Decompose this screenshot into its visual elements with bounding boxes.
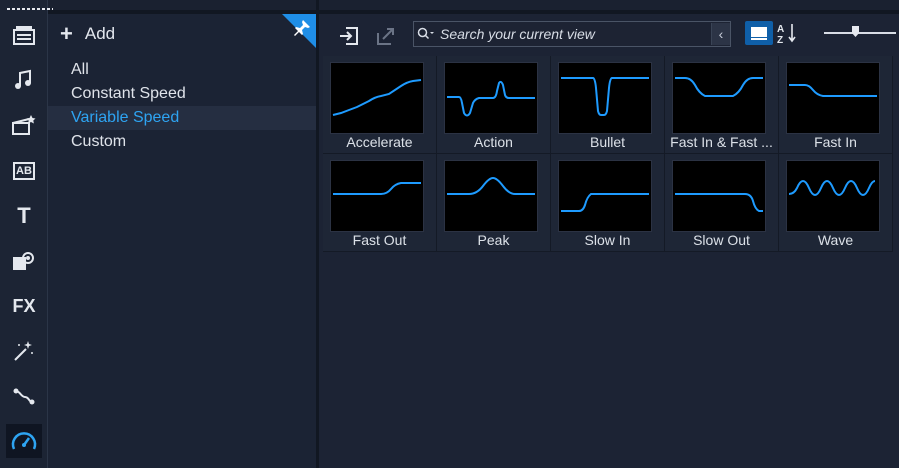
category-item-custom[interactable]: Custom — [48, 130, 316, 154]
preset-thumbnail — [672, 160, 766, 232]
category-list: All Constant Speed Variable Speed Custom — [48, 58, 316, 154]
preset-label: Fast In — [814, 134, 857, 150]
toolbar: ‹ AZ — [319, 20, 899, 50]
preset-label: Bullet — [589, 134, 626, 150]
preset-label: Fast Out — [352, 232, 407, 248]
title-icon-label: AB — [13, 162, 35, 180]
preset-label: Wave — [817, 232, 854, 248]
title-icon[interactable]: AB — [6, 154, 42, 188]
category-header: + Add — [48, 14, 316, 54]
audio-icon[interactable] — [6, 63, 42, 97]
speed-curve-line — [333, 182, 421, 195]
speed-curve-graph — [675, 77, 763, 97]
preset-label: Fast In & Fast ... — [670, 134, 773, 150]
category-item-constant-speed[interactable]: Constant Speed — [48, 82, 316, 106]
drag-grip[interactable] — [7, 8, 53, 10]
slider-track — [824, 32, 896, 34]
speed-curve-line — [447, 176, 535, 195]
speed-curve-line — [789, 84, 877, 97]
preset-thumbnail — [330, 62, 424, 134]
preset-label: Slow In — [584, 232, 631, 248]
speed-curve-graph — [789, 84, 877, 97]
thumbnail-size-slider[interactable] — [824, 24, 896, 42]
preset-thumbnail — [558, 160, 652, 232]
preset-tile-action[interactable]: Action — [437, 56, 551, 154]
preset-tile-peak[interactable]: Peak — [437, 154, 551, 252]
speed-curve-line — [675, 77, 763, 97]
slider-thumb[interactable] — [852, 26, 859, 37]
category-item-all[interactable]: All — [48, 58, 316, 82]
svg-text:A: A — [777, 24, 784, 35]
category-panel: + Add All Constant Speed Variable Speed … — [48, 14, 316, 468]
fx-icon[interactable]: FX — [6, 289, 42, 323]
preset-thumbnail — [330, 160, 424, 232]
media-library-icon[interactable] — [6, 19, 42, 53]
export-icon[interactable] — [374, 24, 398, 48]
svg-text:Z: Z — [777, 35, 783, 44]
text-icon[interactable]: T — [6, 199, 42, 233]
preset-thumbnail — [786, 160, 880, 232]
preset-label: Peak — [477, 232, 510, 248]
speed-curve-graph — [561, 193, 649, 212]
preset-label: Accelerate — [346, 134, 413, 150]
search-input[interactable] — [438, 26, 711, 42]
preset-grid: Accelerate Action Bullet Fast In & Fast ...… — [323, 56, 893, 252]
fx-icon-label: FX — [12, 295, 36, 316]
speed-curve-line — [447, 80, 535, 117]
speed-curve-graph — [561, 77, 649, 116]
pin-icon[interactable] — [282, 14, 316, 48]
speed-curve-line — [788, 179, 876, 197]
preset-browser: ‹ AZ Accelerate Action Bullet Fast In & Fas… — [319, 14, 899, 468]
preset-thumbnail — [558, 62, 652, 134]
library-rail: AB T FX — [0, 0, 53, 468]
preset-tile-fastin[interactable]: Fast In — [779, 56, 893, 154]
speed-icon[interactable] — [6, 424, 42, 458]
preset-tile-fastout[interactable]: Fast Out — [323, 154, 437, 252]
speed-curve-graph — [332, 79, 422, 116]
search-icon[interactable] — [414, 22, 438, 46]
preset-thumbnail — [444, 62, 538, 134]
category-item-variable-speed[interactable]: Variable Speed — [48, 106, 316, 130]
preset-thumbnail — [444, 160, 538, 232]
thumbnail-view-button[interactable] — [745, 21, 773, 45]
preset-label: Slow Out — [693, 232, 750, 248]
add-label: Add — [84, 24, 116, 43]
search-field: ‹ — [413, 21, 731, 47]
speed-curve-line — [675, 193, 763, 212]
preset-tile-bullet[interactable]: Bullet — [551, 56, 665, 154]
speed-curve-graph — [447, 80, 535, 117]
speed-curve-graph — [447, 176, 535, 195]
preset-tile-fastinout[interactable]: Fast In & Fast ... — [665, 56, 779, 154]
speed-curve-line — [561, 193, 649, 212]
path-icon[interactable] — [6, 379, 42, 413]
preset-label: Action — [474, 134, 513, 150]
import-icon[interactable] — [337, 24, 361, 48]
graphics-icon[interactable] — [6, 244, 42, 278]
sort-icon[interactable]: AZ — [775, 21, 799, 45]
add-category-button[interactable]: + Add — [60, 22, 115, 46]
speed-curve-graph — [675, 193, 763, 212]
instant-project-icon[interactable] — [6, 108, 42, 142]
preset-thumbnail — [672, 62, 766, 134]
preset-tile-accelerate[interactable]: Accelerate — [323, 56, 437, 154]
speed-curve-line — [561, 77, 649, 116]
preset-tile-slowin[interactable]: Slow In — [551, 154, 665, 252]
speed-curve-graph — [788, 179, 876, 197]
speed-curve-graph — [333, 182, 421, 195]
effects-wand-icon[interactable] — [6, 334, 42, 368]
preset-thumbnail — [786, 62, 880, 134]
preset-tile-slowout[interactable]: Slow Out — [665, 154, 779, 252]
search-clear-button[interactable]: ‹ — [711, 23, 730, 45]
text-icon-label: T — [17, 203, 31, 228]
plus-icon: + — [60, 21, 73, 46]
preset-tile-wave[interactable]: Wave — [779, 154, 893, 252]
speed-curve-line — [332, 79, 422, 116]
